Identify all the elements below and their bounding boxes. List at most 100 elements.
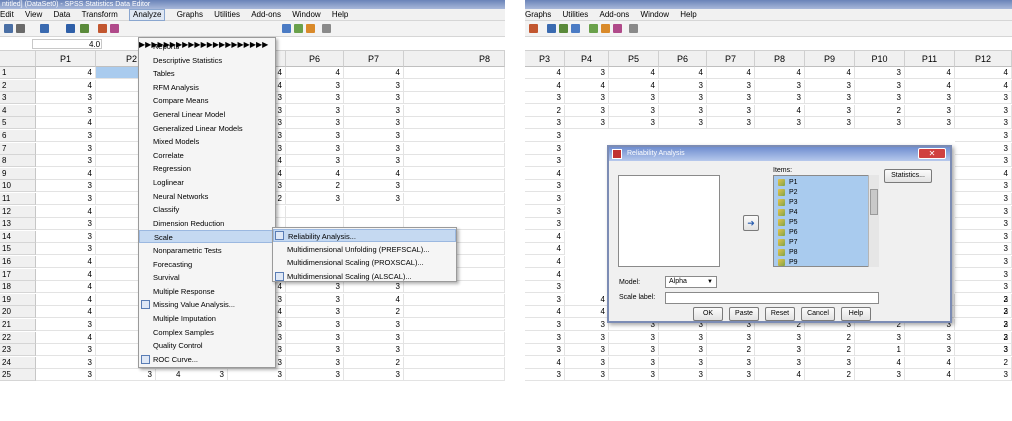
column-header-p6[interactable]: P6 [286, 51, 344, 67]
table-cell[interactable]: 3 [905, 104, 955, 117]
items-list-item[interactable]: P7 [778, 238, 798, 248]
menu-transform[interactable]: Transform [82, 9, 118, 21]
table-cell[interactable]: 3 [659, 117, 707, 130]
table-cell[interactable]: 4 [36, 331, 96, 344]
spelling-icon[interactable] [322, 24, 331, 33]
row-number[interactable]: 4 [0, 104, 36, 117]
table-cell[interactable]: 3 [344, 79, 404, 92]
table-cell[interactable]: 4 [525, 167, 565, 180]
table-cell[interactable]: 3 [344, 319, 404, 331]
table-cell[interactable]: 3 [344, 142, 404, 155]
table-cell[interactable]: 4 [905, 369, 955, 382]
table-cell[interactable]: 4 [36, 256, 96, 268]
table-cell[interactable]: 3 [955, 180, 1012, 193]
scale-submenu-item[interactable]: Multidimensional Scaling (PROXSCAL)... [273, 256, 456, 269]
table-cell[interactable]: 4 [36, 67, 96, 79]
analyze-menu-item[interactable]: Multiple Imputation [139, 312, 275, 325]
menu-edit[interactable]: Edit [0, 9, 14, 21]
cell-value-field[interactable]: 4.0 [32, 39, 102, 49]
analyze-menu-item[interactable]: Correlate [139, 149, 275, 162]
spelling-icon[interactable] [629, 24, 638, 33]
items-list-item[interactable]: P6 [778, 228, 798, 238]
row-number[interactable]: 7 [0, 142, 36, 155]
table-cell[interactable]: 2 [955, 319, 1012, 331]
table-cell[interactable] [404, 319, 505, 331]
table-cell[interactable]: 4 [525, 256, 565, 268]
table-cell[interactable]: 3 [955, 193, 1012, 205]
use-sets-icon[interactable] [601, 24, 610, 33]
table-cell[interactable] [404, 306, 505, 319]
analyze-menu-item[interactable]: Tables [139, 67, 275, 80]
row-number[interactable]: 16 [0, 256, 36, 268]
table-cell[interactable] [404, 155, 505, 168]
table-cell[interactable]: 3 [286, 92, 344, 105]
menu-data[interactable]: Data [53, 9, 70, 21]
column-header-p8[interactable]: P8 [404, 51, 505, 67]
table-cell[interactable]: 2 [955, 306, 1012, 319]
analyze-menu-item[interactable]: Descriptive Statistics [139, 54, 275, 67]
table-cell[interactable]: 2 [855, 104, 905, 117]
table-cell[interactable]: 3 [525, 155, 565, 168]
table-cell[interactable]: 4 [36, 167, 96, 180]
table-cell[interactable]: 3 [36, 180, 96, 193]
table-cell[interactable] [286, 205, 344, 218]
table-cell[interactable]: 3 [525, 117, 565, 130]
table-cell[interactable]: 3 [36, 104, 96, 117]
table-cell[interactable]: 3 [707, 331, 755, 344]
table-cell[interactable]: 3 [855, 331, 905, 344]
row-number[interactable]: 15 [0, 243, 36, 256]
table-cell[interactable]: 3 [609, 92, 659, 105]
table-cell[interactable]: 3 [955, 104, 1012, 117]
table-cell[interactable]: 3 [525, 142, 565, 155]
table-cell[interactable]: 3 [344, 155, 404, 168]
table-cell[interactable]: 3 [36, 230, 96, 243]
table-cell[interactable]: 3 [707, 104, 755, 117]
table-cell[interactable]: 3 [805, 356, 855, 369]
analyze-menu-item[interactable]: Classify [139, 203, 275, 216]
table-cell[interactable]: 3 [707, 356, 755, 369]
table-cell[interactable]: 4 [755, 369, 805, 382]
analyze-menu-item[interactable]: Neural Networks [139, 190, 275, 203]
paste-button[interactable]: Paste [729, 307, 759, 321]
table-cell[interactable]: 3 [344, 281, 404, 294]
table-cell[interactable]: 3 [525, 369, 565, 382]
column-header-p7[interactable]: P7 [344, 51, 404, 67]
menu-help-right[interactable]: Help [680, 9, 696, 21]
table-cell[interactable]: 3 [609, 104, 659, 117]
column-header-p6[interactable]: P6 [659, 51, 707, 67]
analyze-menu-item[interactable]: Generalized Linear Models [139, 122, 275, 135]
row-number[interactable]: 19 [0, 293, 36, 306]
scale-label-input[interactable] [665, 292, 879, 304]
table-cell[interactable]: 3 [344, 344, 404, 357]
table-cell[interactable]: 4 [36, 306, 96, 319]
move-arrow-button[interactable]: ➜ [743, 215, 759, 231]
table-cell[interactable]: 3 [344, 180, 404, 193]
column-header-p9[interactable]: P9 [805, 51, 855, 67]
help-button[interactable]: Help [841, 307, 871, 321]
table-cell[interactable]: 4 [755, 104, 805, 117]
table-cell[interactable]: 3 [955, 344, 1012, 357]
table-cell[interactable] [404, 344, 505, 357]
table-cell[interactable] [404, 180, 505, 193]
table-cell[interactable]: 4 [609, 67, 659, 79]
analyze-menu-item[interactable]: Nonparametric Tests [139, 244, 275, 257]
row-number[interactable]: 3 [0, 92, 36, 105]
table-cell[interactable]: 3 [36, 369, 96, 382]
table-cell[interactable]: 3 [344, 117, 404, 130]
menu-graphs-right[interactable]: Graphs [525, 9, 551, 21]
analyze-menu-item[interactable]: Forecasting [139, 258, 275, 271]
table-cell[interactable]: 2 [805, 344, 855, 357]
table-cell[interactable]: 3 [36, 344, 96, 357]
table-cell[interactable]: 3 [525, 319, 565, 331]
table-cell[interactable]: 3 [955, 92, 1012, 105]
row-number[interactable]: 21 [0, 319, 36, 331]
row-number[interactable]: 11 [0, 193, 36, 205]
table-cell[interactable]: 3 [565, 356, 609, 369]
table-cell[interactable]: 3 [286, 79, 344, 92]
table-cell[interactable]: 3 [955, 293, 1012, 306]
items-list[interactable]: P1 P2 P3 P4 P5 P6 P7 P8 P9 [773, 175, 879, 267]
table-cell[interactable]: 3 [755, 344, 805, 357]
table-cell[interactable]: 3 [286, 142, 344, 155]
open-icon[interactable] [4, 24, 13, 33]
analyze-menu-item[interactable]: Reports [139, 40, 275, 53]
